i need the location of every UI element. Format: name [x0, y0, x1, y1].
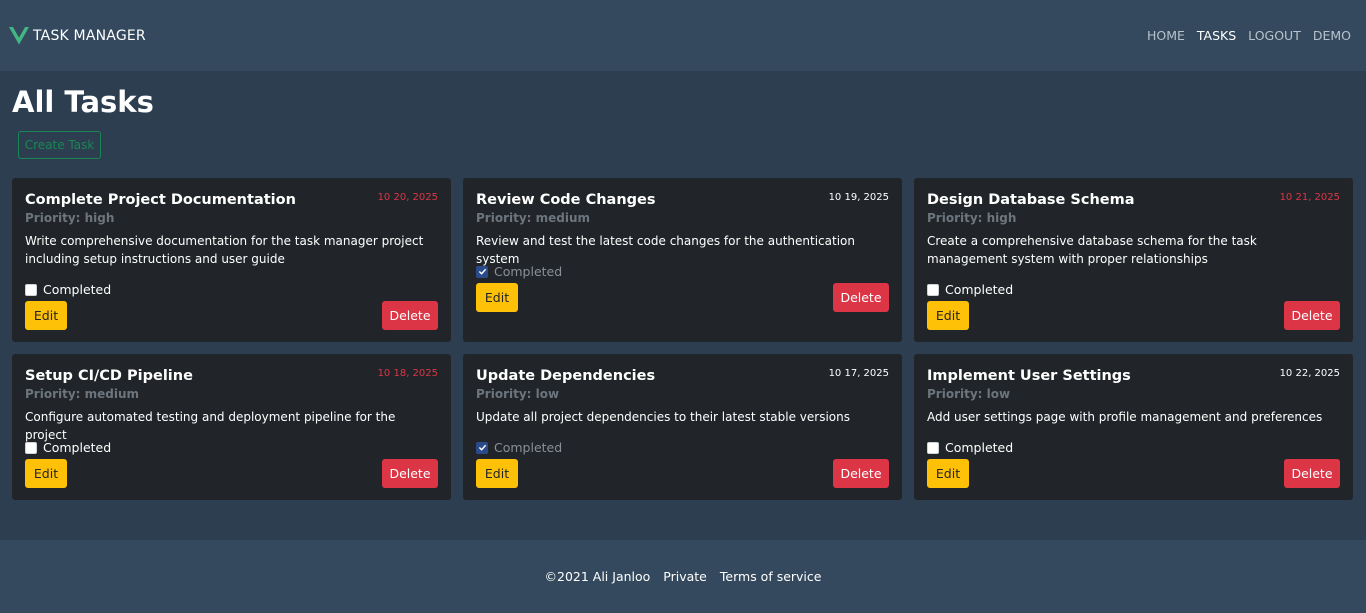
- task-date: 10 21, 2025: [1279, 192, 1340, 203]
- task-priority: Priority: high: [25, 211, 115, 225]
- delete-button[interactable]: Delete: [382, 459, 438, 488]
- main-content: All Tasks Create Task Complete Project D…: [12, 71, 1354, 500]
- completed-checkbox[interactable]: [476, 265, 488, 278]
- completed-checkbox-row[interactable]: Completed: [25, 440, 111, 455]
- delete-button[interactable]: Delete: [833, 459, 889, 488]
- task-title: Complete Project Documentation: [25, 192, 296, 208]
- completed-label: Completed: [945, 440, 1014, 455]
- edit-button[interactable]: Edit: [927, 459, 969, 488]
- delete-button[interactable]: Delete: [382, 301, 438, 330]
- footer-link-private[interactable]: Private: [663, 569, 707, 584]
- completed-label: Completed: [43, 282, 112, 297]
- task-card: Setup CI/CD Pipeline 10 18, 2025 Priorit…: [12, 354, 451, 500]
- edit-button[interactable]: Edit: [476, 283, 518, 312]
- task-card: Complete Project Documentation 10 20, 20…: [12, 178, 451, 342]
- completed-checkbox-row[interactable]: Completed: [25, 282, 111, 297]
- vue-logo-icon: [9, 26, 29, 45]
- completed-label: Completed: [494, 264, 563, 279]
- task-card: Update Dependencies 10 17, 2025 Priority…: [463, 354, 902, 500]
- delete-button[interactable]: Delete: [833, 283, 889, 312]
- task-grid: Complete Project Documentation 10 20, 20…: [12, 178, 1354, 500]
- task-card: Design Database Schema 10 21, 2025 Prior…: [914, 178, 1353, 342]
- task-description: Configure automated testing and deployme…: [25, 410, 396, 442]
- task-description: Review and test the latest code changes …: [476, 234, 855, 266]
- task-description: Write comprehensive documentation for th…: [25, 234, 424, 266]
- task-priority: Priority: low: [476, 387, 560, 401]
- task-title: Update Dependencies: [476, 368, 656, 384]
- task-card: Review Code Changes 10 19, 2025 Priority…: [463, 178, 902, 342]
- completed-checkbox-row[interactable]: Completed: [476, 440, 562, 455]
- brand[interactable]: TASK MANAGER: [9, 26, 146, 45]
- check-icon: [478, 444, 486, 451]
- edit-button[interactable]: Edit: [25, 301, 67, 330]
- edit-button[interactable]: Edit: [25, 459, 67, 488]
- nav-links: HOME TASKS LOGOUT DEMO: [1135, 28, 1351, 43]
- delete-button[interactable]: Delete: [1284, 459, 1340, 488]
- completed-checkbox[interactable]: [25, 441, 37, 454]
- task-priority: Priority: high: [927, 211, 1017, 225]
- completed-label: Completed: [43, 440, 112, 455]
- task-title: Implement User Settings: [927, 368, 1131, 384]
- footer: ©2021 Ali Janloo Private Terms of servic…: [0, 540, 1366, 613]
- task-date: 10 20, 2025: [377, 192, 438, 203]
- completed-checkbox[interactable]: [927, 283, 939, 296]
- delete-button[interactable]: Delete: [1284, 301, 1340, 330]
- nav-link-home[interactable]: HOME: [1135, 28, 1185, 43]
- completed-label: Completed: [494, 440, 563, 455]
- edit-button[interactable]: Edit: [476, 459, 518, 488]
- task-date: 10 19, 2025: [828, 192, 889, 203]
- task-description: Update all project dependencies to their…: [476, 410, 851, 424]
- completed-checkbox-row[interactable]: Completed: [927, 440, 1013, 455]
- nav-link-tasks[interactable]: TASKS: [1185, 28, 1236, 43]
- task-priority: Priority: medium: [476, 211, 591, 225]
- create-task-button[interactable]: Create Task: [18, 131, 101, 159]
- completed-checkbox[interactable]: [476, 441, 488, 454]
- task-title: Review Code Changes: [476, 192, 656, 208]
- completed-checkbox-row[interactable]: Completed: [927, 282, 1013, 297]
- nav-link-logout[interactable]: LOGOUT: [1236, 28, 1301, 43]
- page-title: All Tasks: [12, 85, 154, 119]
- task-description: Add user settings page with profile mana…: [927, 410, 1323, 424]
- navbar: TASK MANAGER HOME TASKS LOGOUT DEMO: [0, 0, 1366, 71]
- task-card: Implement User Settings 10 22, 2025 Prio…: [914, 354, 1353, 500]
- task-title: Design Database Schema: [927, 192, 1135, 208]
- task-date: 10 18, 2025: [377, 368, 438, 379]
- brand-title: TASK MANAGER: [33, 27, 146, 44]
- task-title: Setup CI/CD Pipeline: [25, 368, 193, 384]
- completed-checkbox[interactable]: [25, 283, 37, 296]
- completed-label: Completed: [945, 282, 1014, 297]
- completed-checkbox-row[interactable]: Completed: [476, 264, 562, 279]
- task-priority: Priority: low: [927, 387, 1011, 401]
- nav-link-demo[interactable]: DEMO: [1301, 28, 1351, 43]
- task-date: 10 22, 2025: [1279, 368, 1340, 379]
- task-priority: Priority: medium: [25, 387, 140, 401]
- completed-checkbox[interactable]: [927, 441, 939, 454]
- check-icon: [478, 268, 486, 275]
- task-description: Create a comprehensive database schema f…: [927, 234, 1257, 266]
- edit-button[interactable]: Edit: [927, 301, 969, 330]
- task-date: 10 17, 2025: [828, 368, 889, 379]
- footer-link-terms[interactable]: Terms of service: [720, 569, 822, 584]
- copyright-text: ©2021 Ali Janloo: [544, 569, 651, 584]
